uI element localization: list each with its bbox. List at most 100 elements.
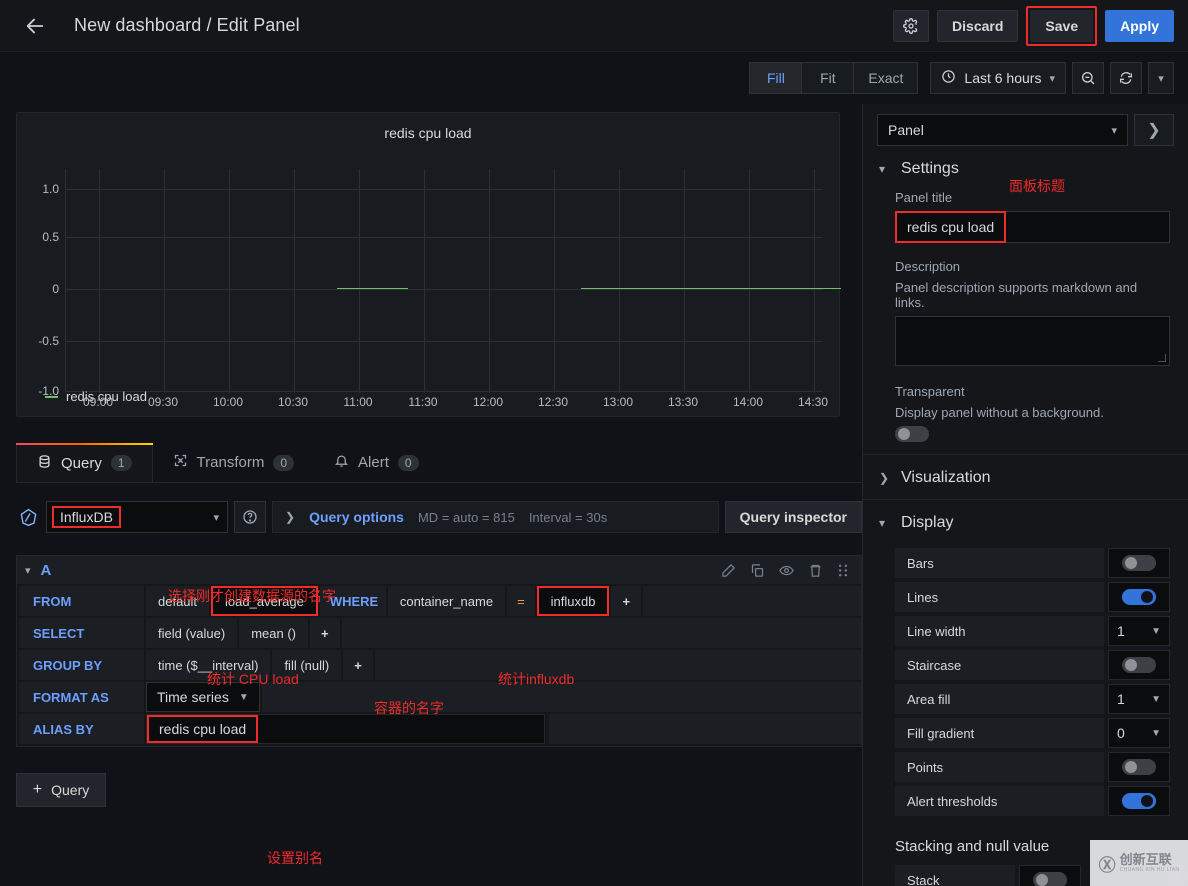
toggle-knob <box>1141 795 1153 807</box>
query-row-header: ▾ A <box>17 556 861 584</box>
left-column: redis cpu load 1.0 0.5 0 -0.5 -1.0 09:00… <box>0 104 862 886</box>
datasource-value: InfluxDB <box>52 506 121 528</box>
tab-query-count: 1 <box>110 455 132 471</box>
gridline-h-1 <box>66 237 823 238</box>
line-width-select[interactable]: 1 ▼ <box>1108 616 1170 646</box>
select-add-button[interactable]: + <box>310 618 340 648</box>
formatas-select[interactable]: Time series ▼ <box>146 682 260 712</box>
panel-title-input[interactable]: redis cpu load <box>895 211 1170 243</box>
aliasby-value: redis cpu load <box>147 715 259 743</box>
where-operator-segment[interactable]: = <box>507 586 535 616</box>
staircase-toggle[interactable] <box>1122 657 1156 673</box>
area-fill-select[interactable]: 1 ▼ <box>1108 684 1170 714</box>
legend-color-swatch <box>45 395 58 398</box>
caret-down-icon: ▼ <box>1151 625 1161 637</box>
plot-area[interactable]: 1.0 0.5 0 -0.5 -1.0 09:00 09:30 10:00 10… <box>17 143 841 409</box>
apply-button[interactable]: Apply <box>1105 9 1174 42</box>
breadcrumb[interactable]: New dashboard / Edit Panel <box>74 15 300 36</box>
query-options-label[interactable]: Query options <box>309 509 404 525</box>
add-query-button[interactable]: + Query <box>16 773 106 807</box>
influxdb-icon <box>16 508 40 527</box>
question-circle-icon[interactable] <box>234 501 266 533</box>
legend-label[interactable]: redis cpu load <box>66 389 147 404</box>
from-policy-segment[interactable]: default <box>146 586 210 616</box>
tab-transform[interactable]: Transform 0 <box>153 443 314 482</box>
pencil-icon[interactable] <box>721 563 736 578</box>
gridline-h-0 <box>66 189 823 190</box>
eye-icon[interactable] <box>779 563 794 578</box>
option-row-staircase: Staircase <box>895 650 1170 680</box>
transparent-toggle[interactable] <box>895 426 929 442</box>
stack-toggle[interactable] <box>1033 872 1067 886</box>
chevron-down-icon[interactable]: ▾ <box>25 564 31 577</box>
select-function-segment[interactable]: mean () <box>239 618 308 648</box>
transform-icon <box>173 453 188 472</box>
section-header-display[interactable]: ▾ Display <box>863 500 1188 544</box>
lines-toggle[interactable] <box>1122 589 1156 605</box>
alert-thresholds-toggle[interactable] <box>1122 793 1156 809</box>
where-add-button[interactable]: + <box>611 586 642 616</box>
trash-icon[interactable] <box>808 563 823 578</box>
bars-toggle[interactable] <box>1122 555 1156 571</box>
from-label: FROM <box>19 586 144 616</box>
groupby-add-button[interactable]: + <box>343 650 373 680</box>
top-nav-actions: Discard Save Apply <box>893 5 1174 46</box>
x-tick-4: 11:00 <box>343 395 373 409</box>
chart-legend[interactable]: redis cpu load <box>45 389 147 404</box>
time-range-picker[interactable]: Last 6 hours ▾ <box>930 62 1066 94</box>
query-options-interval: Interval = 30s <box>528 509 608 525</box>
formatas-row-filler <box>261 682 861 712</box>
where-key-segment[interactable]: container_name <box>387 586 506 616</box>
option-row-points: Points <box>895 752 1170 782</box>
description-textarea[interactable] <box>895 316 1170 366</box>
query-row-formatas: FORMAT AS Time series ▼ <box>19 682 861 712</box>
size-segment-fill[interactable]: Fill <box>749 62 802 94</box>
discard-button[interactable]: Discard <box>937 9 1019 42</box>
fill-gradient-select[interactable]: 0 ▼ <box>1108 718 1170 748</box>
settings-section-body: Panel title redis cpu load Description P… <box>863 190 1188 454</box>
panel-select-dropdown[interactable]: Panel ▾ <box>877 114 1128 146</box>
copy-icon[interactable] <box>750 563 765 578</box>
tab-alert[interactable]: Alert 0 <box>314 443 439 482</box>
where-value-segment[interactable]: influxdb <box>536 586 610 616</box>
back-arrow-icon[interactable] <box>18 9 52 43</box>
section-header-settings[interactable]: ▾ Settings <box>863 146 1188 190</box>
query-inspector-button[interactable]: Query inspector <box>724 501 862 533</box>
groupby-fill-segment[interactable]: fill (null) <box>272 650 342 680</box>
size-segment-fit[interactable]: Fit <box>801 62 854 94</box>
query-editor-card: ▾ A FROM default load_average WHERE cont… <box>16 555 862 747</box>
watermark-logo-icon: Ⓧ <box>1098 855 1116 875</box>
query-row-aliasby: ALIAS BY redis cpu load <box>19 714 861 744</box>
tab-query[interactable]: Query 1 <box>16 443 153 482</box>
groupby-time-segment[interactable]: time ($__interval) <box>146 650 271 680</box>
refresh-icon[interactable] <box>1110 62 1142 94</box>
zoom-out-icon[interactable] <box>1072 62 1104 94</box>
panel-select-value: Panel <box>888 122 924 138</box>
section-header-visualization[interactable]: ❯ Visualization <box>863 455 1188 499</box>
points-toggle[interactable] <box>1122 759 1156 775</box>
tab-transform-count: 0 <box>273 454 295 471</box>
datasource-picker[interactable]: InfluxDB ▾ <box>46 501 228 533</box>
query-ref-id[interactable]: A <box>41 562 52 579</box>
gear-icon[interactable] <box>893 9 930 42</box>
aliasby-input[interactable]: redis cpu load <box>146 714 545 744</box>
gridline-v-1 <box>164 169 165 393</box>
from-measurement-segment[interactable]: load_average <box>211 586 318 616</box>
save-button[interactable]: Save <box>1030 9 1094 42</box>
editor-tabs: Query 1 Transform 0 Alert 0 <box>16 443 862 483</box>
chevron-right-icon: ❯ <box>285 510 296 524</box>
select-field-segment[interactable]: field (value) <box>146 618 238 648</box>
gridline-v-9 <box>684 169 685 393</box>
query-row-from: FROM default load_average WHERE containe… <box>19 586 861 616</box>
transparent-help: Display panel without a background. <box>895 405 1104 420</box>
collapse-options-button[interactable]: ❯ <box>1134 114 1174 146</box>
size-segment-exact[interactable]: Exact <box>853 62 919 94</box>
x-tick-7: 12:30 <box>537 395 569 409</box>
toggle-knob <box>898 428 910 440</box>
panel-select-row: Panel ▾ ❯ <box>863 104 1188 146</box>
area-fill-value: 1 <box>1117 691 1125 707</box>
refresh-interval-chevron-down-icon[interactable]: ▾ <box>1148 62 1174 94</box>
formatas-value: Time series <box>157 689 229 705</box>
drag-handle-icon[interactable] <box>837 563 849 578</box>
query-options-bar[interactable]: ❯ Query options MD = auto = 815 Interval… <box>272 501 719 533</box>
